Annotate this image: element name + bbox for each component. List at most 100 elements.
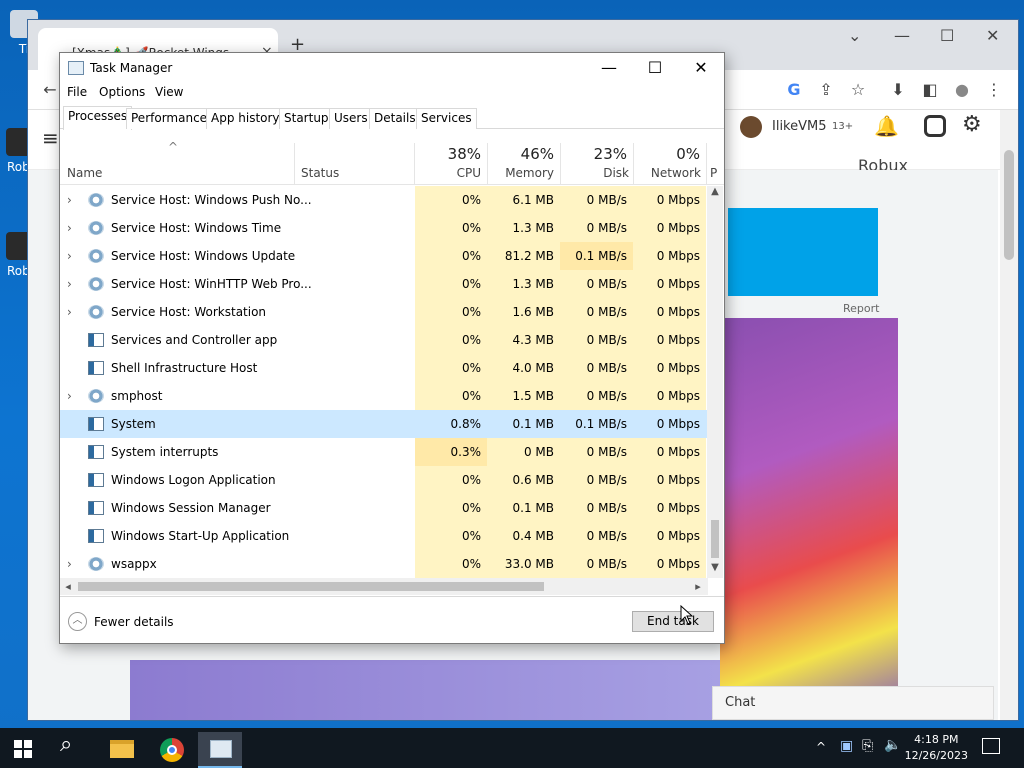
network-icon[interactable]: ⎘ bbox=[862, 738, 873, 754]
chevron-up-icon[interactable]: ︿ bbox=[68, 612, 87, 631]
chrome-taskbar-button[interactable] bbox=[150, 732, 194, 768]
process-name: wsappx bbox=[111, 557, 157, 571]
browser-minimize-button[interactable]: — bbox=[894, 26, 910, 45]
tab-details[interactable]: Details bbox=[369, 108, 421, 129]
horizontal-scrollbar[interactable]: ◂ ▸ bbox=[60, 578, 708, 595]
side-panel-icon[interactable]: ◧ bbox=[918, 78, 942, 102]
table-row[interactable]: Services and Controller app 0% 4.3 MB 0 MB/… bbox=[60, 326, 708, 354]
profile-icon[interactable]: ● bbox=[950, 78, 974, 102]
page-scrollbar[interactable] bbox=[1000, 110, 1018, 720]
fewer-details-link[interactable]: Fewer details bbox=[94, 615, 174, 629]
file-explorer-taskbar-button[interactable] bbox=[100, 732, 144, 768]
menu-view[interactable]: View bbox=[155, 85, 183, 99]
hamburger-menu-icon[interactable]: ≡ bbox=[42, 126, 59, 150]
column-divider[interactable] bbox=[294, 143, 295, 185]
close-button[interactable]: ✕ bbox=[678, 55, 724, 81]
menu-options[interactable]: Options bbox=[99, 85, 145, 99]
show-hidden-icons-button[interactable]: ^ bbox=[816, 740, 826, 754]
tab-users[interactable]: Users bbox=[329, 108, 373, 129]
sort-caret-icon[interactable]: ^ bbox=[168, 140, 178, 154]
more-menu-icon[interactable]: ⋮ bbox=[982, 78, 1006, 102]
scroll-left-icon[interactable]: ◂ bbox=[60, 578, 76, 595]
table-row[interactable]: Windows Logon Application 0% 0.6 MB 0 MB/s 0… bbox=[60, 466, 708, 494]
folder-icon bbox=[110, 740, 134, 758]
chat-panel[interactable]: Chat bbox=[712, 686, 994, 720]
tab-processes[interactable]: Processes bbox=[63, 106, 133, 130]
chevron-right-icon[interactable]: › bbox=[67, 550, 72, 578]
mouse-cursor-icon bbox=[680, 605, 694, 625]
clock[interactable]: 4:18 PM 12/26/2023 bbox=[905, 732, 968, 764]
page-scrollbar-thumb[interactable] bbox=[1004, 150, 1014, 260]
tab-app-history[interactable]: App history bbox=[206, 108, 285, 129]
tab-performance[interactable]: Performance bbox=[126, 108, 213, 129]
minimize-button[interactable]: — bbox=[586, 55, 632, 81]
robux-icon[interactable] bbox=[924, 115, 946, 137]
table-row[interactable]: › Service Host: Windows Time 0% 1.3 MB 0 MB/… bbox=[60, 214, 708, 242]
chevron-right-icon[interactable]: › bbox=[67, 298, 72, 326]
chevron-right-icon[interactable]: › bbox=[67, 214, 72, 242]
google-icon[interactable]: G bbox=[782, 78, 806, 102]
table-row[interactable]: › wsappx 0% 33.0 MB 0 MB/s 0 Mbps bbox=[60, 550, 708, 578]
avatar[interactable] bbox=[740, 116, 762, 138]
vertical-scrollbar[interactable]: ▲ ▼ bbox=[707, 186, 723, 578]
chrome-icon bbox=[160, 738, 184, 762]
column-memory[interactable]: Memory bbox=[488, 166, 554, 180]
windows-start-icon[interactable] bbox=[14, 740, 32, 758]
cell-cpu: 0% bbox=[415, 214, 487, 242]
tab-startup[interactable]: Startup bbox=[279, 108, 334, 129]
column-power-truncated[interactable]: P bbox=[710, 166, 720, 180]
table-row[interactable]: Windows Session Manager 0% 0.1 MB 0 MB/s 0 M… bbox=[60, 494, 708, 522]
tab-services[interactable]: Services bbox=[416, 108, 477, 129]
scroll-up-icon[interactable]: ▲ bbox=[707, 186, 723, 202]
table-row[interactable]: › Service Host: WinHTTP Web Pro... 0% 1.3 M… bbox=[60, 270, 708, 298]
share-icon[interactable]: ⇪ bbox=[814, 78, 838, 102]
chevron-right-icon[interactable]: › bbox=[67, 382, 72, 410]
username[interactable]: IlikeVM5 bbox=[772, 119, 827, 134]
maximize-button[interactable]: ☐ bbox=[632, 55, 678, 81]
table-row[interactable]: System 0.8% 0.1 MB 0.1 MB/s 0 Mbps bbox=[60, 410, 708, 438]
bookmark-star-icon[interactable]: ☆ bbox=[846, 78, 870, 102]
scroll-down-icon[interactable]: ▼ bbox=[707, 562, 723, 578]
chevron-right-icon[interactable]: › bbox=[67, 270, 72, 298]
end-task-button[interactable]: End task bbox=[632, 611, 714, 632]
scroll-right-icon[interactable]: ▸ bbox=[690, 578, 706, 595]
column-status[interactable]: Status bbox=[301, 166, 339, 180]
table-row[interactable]: › smphost 0% 1.5 MB 0 MB/s 0 Mbps bbox=[60, 382, 708, 410]
column-name[interactable]: Name bbox=[67, 166, 102, 180]
service-gear-icon bbox=[88, 193, 104, 207]
browser-maximize-button[interactable]: ☐ bbox=[940, 26, 954, 45]
table-row[interactable]: › Service Host: Windows Push No... 0% 6.1 M… bbox=[60, 186, 708, 214]
download-icon[interactable]: ⬇ bbox=[886, 78, 910, 102]
game-artwork[interactable] bbox=[720, 318, 898, 720]
cell-cpu: 0% bbox=[415, 270, 487, 298]
task-manager-taskbar-button[interactable] bbox=[198, 732, 242, 768]
column-disk[interactable]: Disk bbox=[561, 166, 629, 180]
tab-bar: Processes Performance App history Startu… bbox=[60, 106, 724, 130]
task-manager-titlebar[interactable]: Task Manager — ☐ ✕ bbox=[60, 53, 724, 83]
table-row[interactable]: › Service Host: Windows Update 0% 81.2 MB 0.… bbox=[60, 242, 708, 270]
tray-app-icon[interactable]: ▣ bbox=[840, 738, 853, 754]
column-divider[interactable] bbox=[706, 143, 707, 185]
table-row[interactable]: › Service Host: Workstation 0% 1.6 MB 0 MB/s… bbox=[60, 298, 708, 326]
gear-icon[interactable]: ⚙ bbox=[962, 112, 982, 137]
menu-file[interactable]: File bbox=[67, 85, 87, 99]
table-row[interactable]: Shell Infrastructure Host 0% 4.0 MB 0 MB/s 0… bbox=[60, 354, 708, 382]
horizontal-scroll-thumb[interactable] bbox=[78, 582, 544, 591]
report-link[interactable]: Report bbox=[843, 302, 879, 315]
column-network[interactable]: Network bbox=[634, 166, 701, 180]
search-icon[interactable]: ⌕ bbox=[60, 732, 72, 757]
column-cpu[interactable]: CPU bbox=[415, 166, 481, 180]
table-row[interactable]: System interrupts 0.3% 0 MB 0 MB/s 0 Mbps bbox=[60, 438, 708, 466]
chevron-down-icon[interactable]: ⌄ bbox=[848, 26, 861, 45]
browser-close-button[interactable]: ✕ bbox=[986, 26, 999, 45]
notification-bell-icon[interactable]: 🔔 bbox=[874, 114, 899, 138]
ad-banner[interactable] bbox=[728, 208, 878, 296]
volume-muted-icon[interactable]: 🔈 bbox=[884, 737, 901, 753]
vertical-scroll-thumb[interactable] bbox=[711, 520, 719, 558]
table-row[interactable]: Windows Start-Up Application 0% 0.4 MB 0 MB… bbox=[60, 522, 708, 550]
chevron-right-icon[interactable]: › bbox=[67, 242, 72, 270]
notification-center-icon[interactable] bbox=[982, 738, 1000, 754]
cell-network: 0 Mbps bbox=[633, 186, 706, 214]
cell-cpu: 0% bbox=[415, 186, 487, 214]
chevron-right-icon[interactable]: › bbox=[67, 186, 72, 214]
